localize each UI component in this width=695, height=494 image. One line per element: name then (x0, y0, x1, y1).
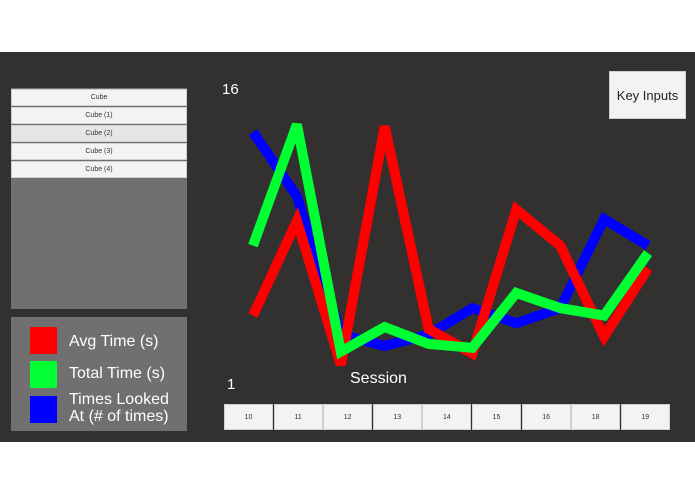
x-axis-label: Session (350, 370, 407, 387)
session-button-14[interactable]: 14 (422, 404, 472, 430)
session-button-18[interactable]: 18 (571, 404, 621, 430)
session-button-15[interactable]: 15 (472, 404, 521, 430)
session-button-13[interactable]: 13 (372, 404, 422, 430)
session-button-12[interactable]: 12 (323, 404, 373, 430)
session-button-16[interactable]: 16 (521, 404, 571, 430)
session-button-10[interactable]: 10 (224, 404, 273, 430)
session-button-11[interactable]: 11 (273, 404, 323, 430)
session-button-19[interactable]: 19 (620, 404, 670, 430)
